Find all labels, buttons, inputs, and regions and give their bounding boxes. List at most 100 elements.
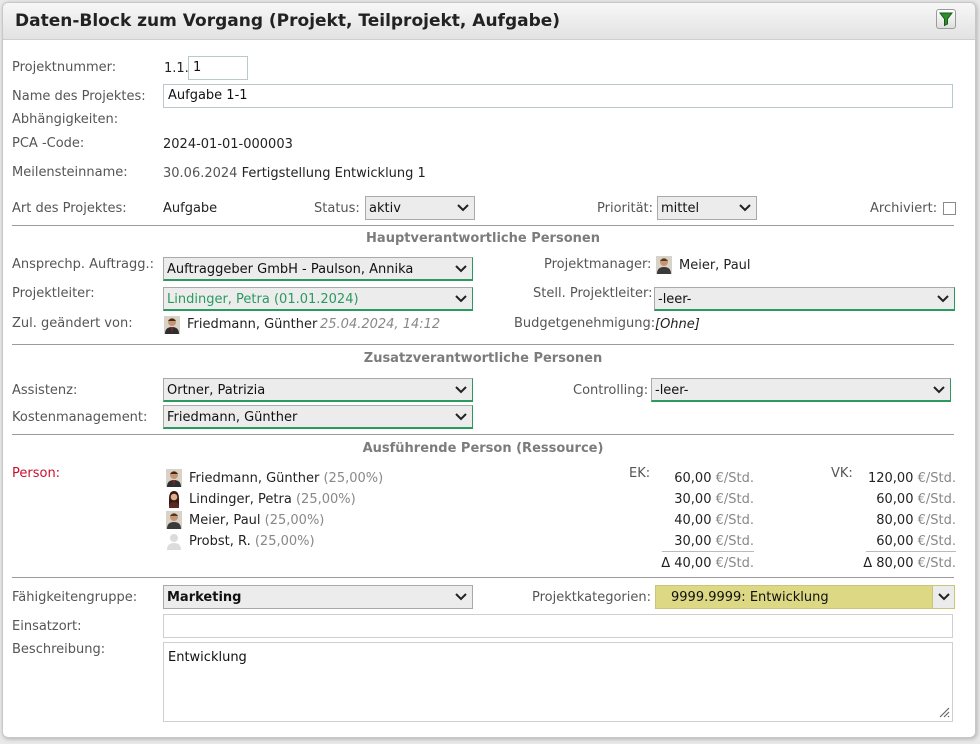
ansprech-label: Ansprechp. Auftragg.: [12, 257, 155, 272]
chevron-down-icon [450, 288, 472, 309]
filter-button[interactable] [936, 9, 956, 29]
archiviert-label: Archiviert: [870, 201, 938, 216]
status-label: Status: [314, 201, 360, 216]
vk-unit: €/Std. [917, 556, 956, 571]
divider [12, 577, 954, 578]
avatar-meier [656, 256, 672, 274]
prioritaet-value: mittel [661, 201, 700, 216]
kategorie-value: 9999.9999: Entwicklung [671, 590, 829, 605]
person-row: Lindinger, Petra (25,00%) [189, 492, 356, 507]
beschreibung-label: Beschreibung: [12, 642, 106, 657]
prioritaet-select[interactable]: mittel [657, 196, 757, 220]
projektleiter-select[interactable]: Lindinger, Petra (01.01.2024) [163, 287, 473, 311]
abhaengigkeiten-label: Abhängigkeiten: [12, 112, 119, 127]
vk-amount: 80,00 [876, 513, 914, 528]
vk-value: 60,00 €/Std. [803, 534, 956, 549]
archiviert-checkbox[interactable] [943, 202, 956, 215]
window-title: Daten-Block zum Vorgang (Projekt, Teilpr… [15, 11, 561, 31]
divider [12, 434, 954, 435]
ek-amount: 30,00 [674, 492, 712, 507]
assistenz-value: Ortner, Patrizia [167, 383, 266, 398]
ek-sum-line [662, 551, 754, 552]
section-title-zusatz: Zusatzverantwortliche Personen [363, 351, 603, 366]
name-input[interactable]: Aufgabe 1-1 [163, 84, 953, 108]
vk-value: 60,00 €/Std. [803, 492, 956, 507]
vk-value: 80,00 €/Std. [803, 513, 956, 528]
person-pct: (25,00%) [264, 513, 325, 528]
chevron-down-icon [452, 197, 474, 219]
budget-value: [Ohne] [655, 317, 700, 332]
meilenstein-value: 30.06.2024 Fertigstellung Entwicklung 1 [163, 166, 426, 181]
name-label: Name des Projektes: [12, 89, 146, 104]
person-row: Meier, Paul (25,00%) [189, 513, 324, 528]
meilenstein-label: Meilensteinname: [12, 165, 128, 180]
controlling-label: Controlling: [573, 383, 649, 398]
assistenz-label: Assistenz: [12, 383, 78, 398]
einsatzort-label: Einsatzort: [12, 619, 82, 634]
avatar-friedmann [164, 316, 180, 334]
person-pct: (25,00%) [254, 534, 315, 549]
faehigkeit-label: Fähigkeitengruppe: [12, 590, 138, 605]
chevron-down-icon [932, 586, 954, 608]
projektnummer-label: Projektnummer: [12, 60, 117, 75]
vk-avg-amount: Δ 80,00 [863, 556, 914, 571]
avatar-friedmann [166, 469, 182, 487]
ek-value: 30,00 €/Std. [603, 534, 754, 549]
vk-value: 120,00 €/Std. [803, 471, 956, 486]
vk-unit: €/Std. [917, 534, 956, 549]
ek-value: 40,00 €/Std. [603, 513, 754, 528]
title-bar: Daten-Block zum Vorgang (Projekt, Teilpr… [3, 3, 975, 40]
faehigkeit-select[interactable]: Marketing [163, 585, 473, 609]
stell-select[interactable]: -leer- [654, 287, 955, 311]
pca-label: PCA -Code: [12, 136, 85, 151]
chevron-down-icon [450, 586, 472, 608]
ek-value: 60,00 €/Std. [603, 471, 754, 486]
ek-unit: €/Std. [715, 492, 754, 507]
stell-label: Stell. Projektleiter: [533, 286, 653, 301]
prioritaet-label: Priorität: [597, 201, 654, 216]
projektmanager-value: Meier, Paul [679, 258, 751, 273]
person-name: Probst, R. [189, 534, 251, 549]
ek-unit: €/Std. [715, 534, 754, 549]
person-name: Friedmann, Günther [189, 471, 320, 486]
zul-value: Friedmann, Günther [187, 317, 318, 332]
kategorie-label: Projektkategorien: [532, 590, 651, 605]
einsatzort-input[interactable] [163, 614, 953, 638]
assistenz-select[interactable]: Ortner, Patrizia [163, 378, 473, 402]
divider [12, 225, 954, 226]
resize-handle-icon[interactable] [938, 706, 950, 718]
beschreibung-textarea[interactable]: Entwicklung [163, 642, 953, 722]
kosten-value: Friedmann, Günther [167, 410, 298, 425]
filter-icon [939, 12, 953, 27]
ek-avg-amount: Δ 40,00 [661, 556, 712, 571]
meilenstein-date: 30.06.2024 [163, 166, 238, 181]
kategorie-select[interactable]: 9999.9999: Entwicklung [655, 585, 955, 609]
vk-unit: €/Std. [917, 471, 956, 486]
person-pct: (25,00%) [295, 492, 356, 507]
ek-amount: 30,00 [674, 534, 712, 549]
status-value: aktiv [369, 201, 401, 216]
vk-amount: 120,00 [867, 471, 914, 486]
chevron-down-icon [928, 379, 950, 400]
divider [12, 344, 954, 345]
ek-unit: €/Std. [715, 513, 754, 528]
faehigkeit-value: Marketing [167, 590, 242, 605]
kosten-select[interactable]: Friedmann, Günther [163, 405, 473, 429]
person-name: Lindinger, Petra [189, 492, 292, 507]
zul-timestamp: 25.04.2024, 14:12 [320, 317, 441, 332]
pca-value: 2024-01-01-000003 [163, 137, 293, 152]
ansprech-value: Auftraggeber GmbH - Paulson, Annika [167, 262, 414, 277]
controlling-value: -leer- [655, 383, 689, 398]
ek-value: 30,00 €/Std. [603, 492, 754, 507]
vk-average: Δ 80,00 €/Std. [803, 556, 956, 571]
vk-unit: €/Std. [917, 492, 956, 507]
ek-unit: €/Std. [715, 471, 754, 486]
person-label: Person: [12, 466, 60, 481]
status-select[interactable]: aktiv [365, 196, 475, 220]
avatar-placeholder-icon [167, 534, 181, 550]
projektnummer-input[interactable]: 1 [188, 56, 248, 80]
vk-unit: €/Std. [917, 513, 956, 528]
controlling-select[interactable]: -leer- [651, 378, 951, 402]
person-pct: (25,00%) [323, 471, 384, 486]
ansprech-select[interactable]: Auftraggeber GmbH - Paulson, Annika [163, 257, 473, 281]
